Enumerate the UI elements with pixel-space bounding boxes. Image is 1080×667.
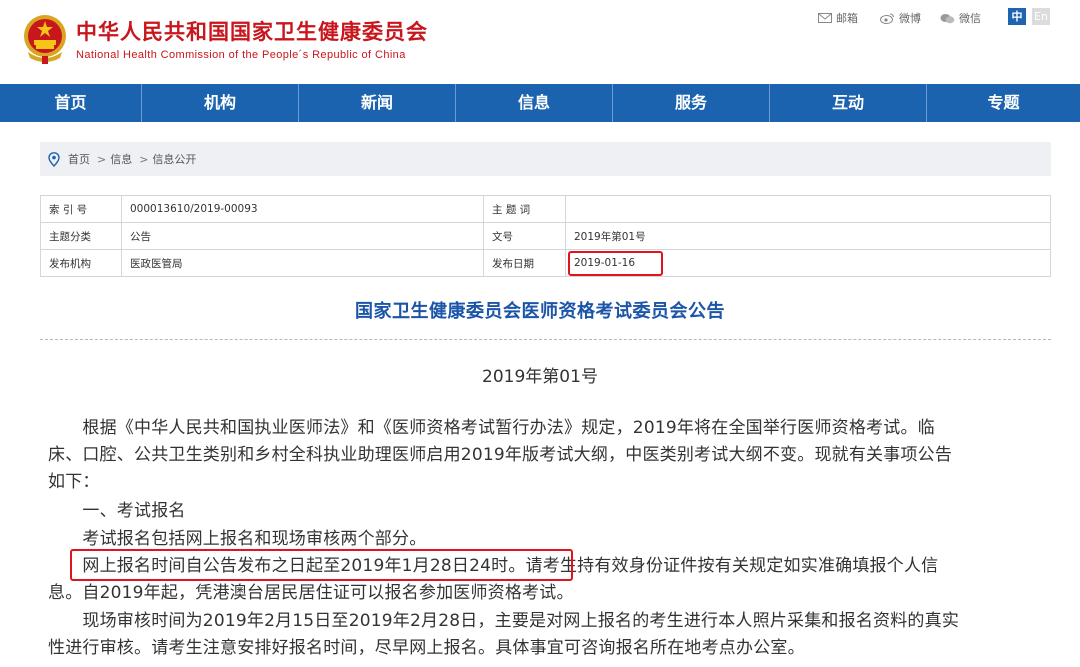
- nav-item-organization[interactable]: 机构: [142, 84, 299, 122]
- breadcrumb-separator: >: [139, 152, 149, 166]
- site-subtitle: National Health Commission of the People…: [76, 49, 406, 61]
- category-value: 公告: [121, 222, 484, 250]
- share-mail-link[interactable]: 邮箱: [818, 10, 858, 26]
- share-wechat-label: 微信: [959, 12, 981, 25]
- category-label: 主题分类: [40, 222, 122, 250]
- index-number-label: 索 引 号: [40, 195, 122, 223]
- document-meta-table: 索 引 号 000013610/2019-00093 主 题 词 主题分类 公告…: [40, 195, 1051, 277]
- share-mail-label: 邮箱: [836, 12, 858, 25]
- share-weibo-label: 微博: [899, 12, 921, 25]
- article-paragraph-line: 如下：: [48, 472, 100, 492]
- registration-period-highlight: [70, 549, 573, 581]
- breadcrumb-information[interactable]: 信息: [110, 151, 132, 167]
- document-number-label: 文号: [483, 222, 566, 250]
- issuer-value: 医政医管局: [121, 249, 484, 277]
- wechat-icon: [940, 13, 955, 23]
- document-number-value: 2019年第01号: [565, 222, 1051, 250]
- main-nav: 首页 机构 新闻 信息 服务 互动 专题: [0, 84, 1080, 122]
- article-paragraph-line: 床、口腔、公共卫生类别和乡村全科执业助理医师启用2019年版考试大纲，中医类别考…: [48, 445, 953, 465]
- index-number-value: 000013610/2019-00093: [121, 195, 484, 223]
- table-row: 索 引 号 000013610/2019-00093 主 题 词: [40, 195, 1051, 223]
- breadcrumb: 首页 > 信息 > 信息公开: [40, 142, 1051, 176]
- share-weibo-link[interactable]: 微博: [880, 10, 921, 26]
- article-paragraph-line: 性进行审核。请考生注意安排好报名时间，尽早网上报名。具体事宜可咨询报名所在地考点…: [48, 638, 805, 658]
- nav-item-services[interactable]: 服务: [613, 84, 770, 122]
- lang-zh-button[interactable]: 中: [1008, 8, 1026, 25]
- site-header: 中华人民共和国国家卫生健康委员会 National Health Commiss…: [0, 0, 1080, 84]
- nav-item-news[interactable]: 新闻: [299, 84, 456, 122]
- breadcrumb-disclosure[interactable]: 信息公开: [152, 151, 196, 167]
- table-row: 主题分类 公告 文号 2019年第01号: [40, 222, 1051, 250]
- site-title[interactable]: 中华人民共和国国家卫生健康委员会: [76, 16, 428, 46]
- location-pin-icon: [48, 151, 60, 167]
- title-divider: [40, 339, 1051, 340]
- nav-item-information[interactable]: 信息: [456, 84, 613, 122]
- table-row: 发布机构 医政医管局 发布日期 2019-01-16: [40, 249, 1051, 277]
- mail-icon: [818, 13, 832, 23]
- lang-en-button[interactable]: En: [1032, 8, 1050, 25]
- nav-item-home[interactable]: 首页: [0, 84, 142, 122]
- weibo-icon: [880, 13, 894, 24]
- share-wechat-link[interactable]: 微信: [940, 10, 981, 26]
- subject-words-value: [565, 195, 1051, 223]
- article-title: 国家卫生健康委员会医师资格考试委员会公告: [355, 301, 725, 322]
- national-emblem-icon[interactable]: [22, 12, 68, 64]
- breadcrumb-home[interactable]: 首页: [68, 151, 90, 167]
- article-paragraph-line: 现场审核时间为2019年2月15日至2019年2月28日，主要是对网上报名的考生…: [48, 611, 960, 631]
- publish-date-label: 发布日期: [483, 249, 566, 277]
- nav-item-topics[interactable]: 专题: [927, 84, 1080, 122]
- subject-words-label: 主 题 词: [483, 195, 566, 223]
- issuer-label: 发布机构: [40, 249, 122, 277]
- publish-date-highlight: [568, 251, 663, 276]
- article-paragraph-line: 息。自2019年起，凭港澳台居民居住证可以报名参加医师资格考试。: [48, 583, 574, 603]
- article-paragraph-line: 根据《中华人民共和国执业医师法》和《医师资格考试暂行办法》规定，2019年将在全…: [48, 418, 935, 438]
- article-doc-number: 2019年第01号: [482, 367, 598, 387]
- section-heading: 一、考试报名: [48, 501, 186, 521]
- breadcrumb-separator: >: [97, 152, 107, 166]
- nav-item-interaction[interactable]: 互动: [770, 84, 927, 122]
